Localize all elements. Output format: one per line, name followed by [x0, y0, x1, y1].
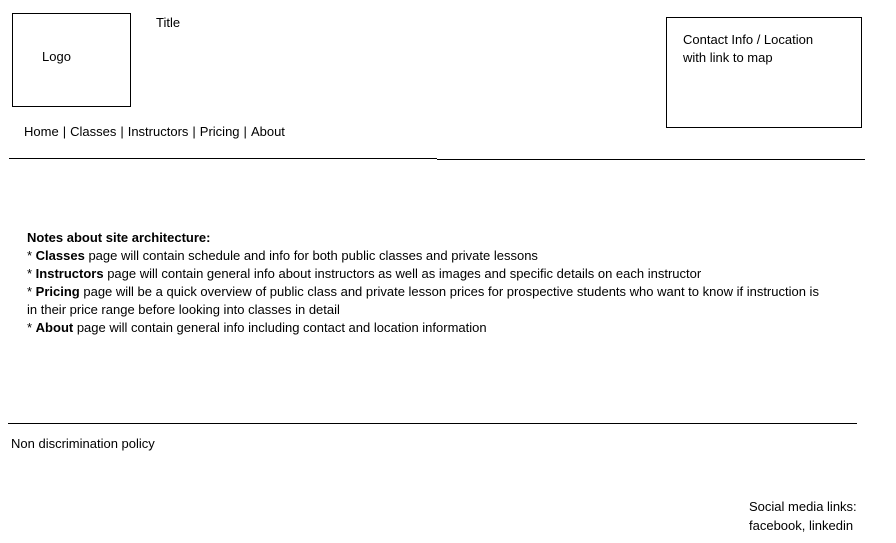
notes-keyword: Classes [35, 248, 85, 263]
non-discrimination-policy-link[interactable]: Non discrimination policy [11, 436, 155, 451]
notes-keyword: About [35, 320, 74, 335]
footer-divider [8, 423, 857, 424]
social-media-links: Social media links: facebook, linkedin [749, 497, 857, 535]
social-media-label: Social media links: [749, 499, 857, 514]
nav-separator: | [62, 124, 67, 139]
notes-item: * Instructors page will contain general … [27, 266, 702, 281]
main-nav: Home | Classes | Instructors | Pricing | About [24, 124, 285, 139]
contact-info-box[interactable]: Contact Info / Location with link to map [666, 17, 862, 128]
notes-item: * About page will contain general info i… [27, 320, 487, 335]
contact-map-link-text: with link to map [683, 50, 773, 65]
contact-info-text: Contact Info / Location with link to map [683, 31, 853, 67]
logo-label: Logo [42, 49, 71, 64]
nav-item-about[interactable]: About [251, 124, 285, 139]
nav-separator: | [243, 124, 247, 139]
notes-item: * Classes page will contain schedule and… [27, 248, 538, 263]
notes-keyword: Pricing [35, 284, 80, 299]
notes-heading: Notes about site architecture: [27, 230, 211, 245]
nav-item-home[interactable]: Home [24, 124, 59, 139]
nav-item-pricing[interactable]: Pricing [200, 124, 240, 139]
notes-item: * Pricing page will be a quick overview … [27, 284, 819, 317]
header-divider [9, 158, 437, 159]
header-divider [437, 159, 865, 160]
social-media-list[interactable]: facebook, linkedin [749, 518, 853, 533]
contact-info-line: Contact Info / Location [683, 32, 814, 47]
logo-placeholder[interactable]: Logo [12, 13, 131, 107]
nav-separator: | [192, 124, 196, 139]
notes-keyword: Instructors [35, 266, 104, 281]
nav-separator: | [120, 124, 124, 139]
nav-item-classes[interactable]: Classes [70, 124, 116, 139]
page-title: Title [156, 15, 181, 30]
architecture-notes: Notes about site architecture: * Classes… [27, 229, 827, 337]
nav-item-instructors[interactable]: Instructors [128, 124, 189, 139]
